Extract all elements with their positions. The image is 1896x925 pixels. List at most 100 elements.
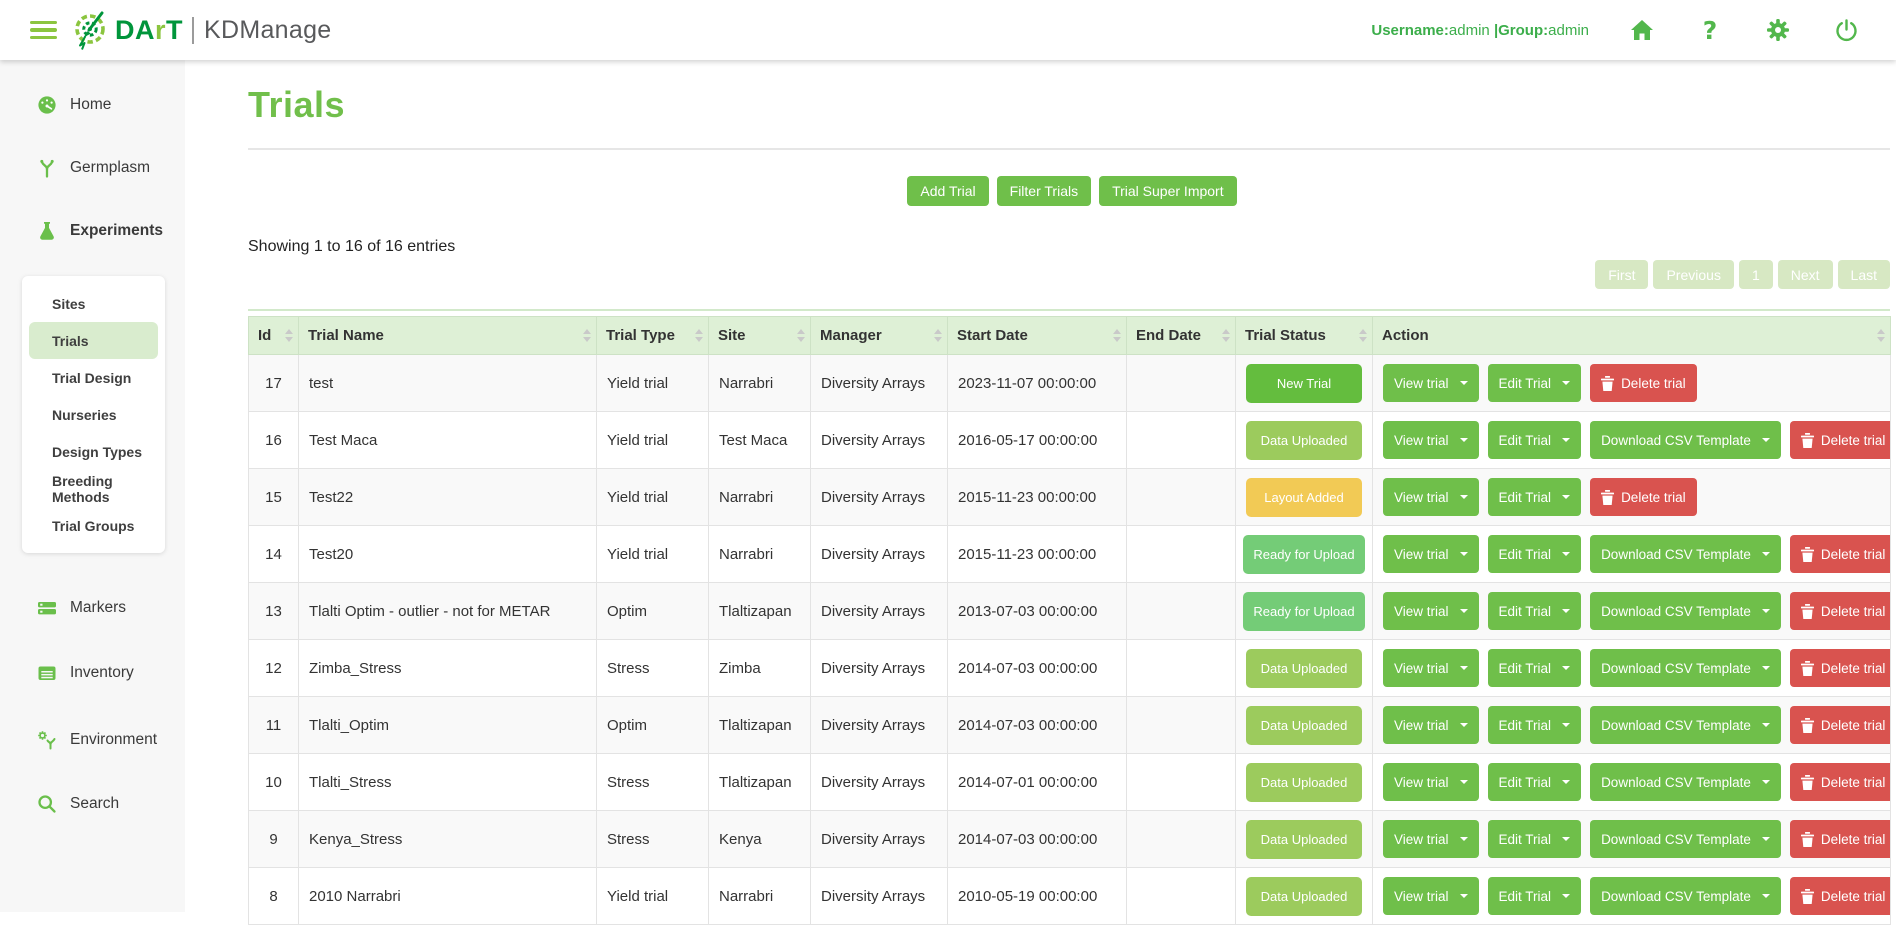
cell-action: View trialEdit TrialDownload CSV Templat… [1373,868,1891,925]
status-badge: Data Uploaded [1246,877,1362,916]
chevron-down-icon [1460,780,1468,784]
submenu-item-sites[interactable]: Sites [22,285,165,322]
column-header-action[interactable]: Action [1373,317,1891,355]
download-trial-button[interactable]: Download CSV Template [1590,877,1781,915]
delete-trial-button[interactable]: Delete trial [1790,820,1891,858]
column-header-trial-type[interactable]: Trial Type [597,317,709,355]
trials-table-body: 17testYield trialNarrabriDiversity Array… [249,355,1891,925]
table-row: 12Zimba_StressStressZimbaDiversity Array… [249,640,1891,697]
cell-manager: Diversity Arrays [811,412,948,469]
cell-end-date [1127,754,1236,811]
table-row: 13Tlalti Optim - outlier - not for METAR… [249,583,1891,640]
download-trial-button[interactable]: Download CSV Template [1590,820,1781,858]
cell-action: View trialEdit TrialDelete trial [1373,469,1891,526]
column-header-start-date[interactable]: Start Date [948,317,1127,355]
brand-link[interactable]: DArT KDManage [71,5,332,56]
delete-trial-button[interactable]: Delete trial [1590,364,1697,402]
edit-trial-button[interactable]: Edit Trial [1488,592,1582,630]
column-header-trial-name[interactable]: Trial Name [299,317,597,355]
trial-super-import-button[interactable]: Trial Super Import [1099,176,1237,206]
download-trial-button[interactable]: Download CSV Template [1590,535,1781,573]
view-trial-button[interactable]: View trial [1383,706,1479,744]
submenu-item-nurseries[interactable]: Nurseries [22,396,165,433]
cell-trial-type: Yield trial [597,355,709,412]
cell-end-date [1127,469,1236,526]
view-trial-button[interactable]: View trial [1383,592,1479,630]
sidebar-item-search[interactable]: Search [0,789,185,819]
settings-icon[interactable] [1766,18,1790,42]
view-trial-button[interactable]: View trial [1383,877,1479,915]
cell-start-date: 2015-11-23 00:00:00 [948,469,1127,526]
sidebar-item-markers[interactable]: Markers [0,593,185,623]
pagination-last-button[interactable]: Last [1838,260,1890,289]
add-trial-button[interactable]: Add Trial [907,176,988,206]
edit-trial-button[interactable]: Edit Trial [1488,877,1582,915]
edit-trial-button[interactable]: Edit Trial [1488,820,1582,858]
cell-id: 12 [249,640,299,697]
sidebar-item-experiments[interactable]: Experiments [0,216,185,246]
cell-site: Narrabri [709,868,811,925]
edit-trial-button[interactable]: Edit Trial [1488,763,1582,801]
download-trial-button[interactable]: Download CSV Template [1590,592,1781,630]
filter-trials-button[interactable]: Filter Trials [997,176,1091,206]
edit-trial-button[interactable]: Edit Trial [1488,649,1582,687]
delete-trial-button[interactable]: Delete trial [1790,649,1891,687]
chevron-down-icon [1562,495,1570,499]
column-header-trial-status[interactable]: Trial Status [1236,317,1373,355]
cell-site: Zimba [709,640,811,697]
view-trial-button[interactable]: View trial [1383,649,1479,687]
submenu-item-trials[interactable]: Trials [29,322,158,359]
view-trial-button[interactable]: View trial [1383,478,1479,516]
edit-trial-button[interactable]: Edit Trial [1488,535,1582,573]
submenu-item-trial-design[interactable]: Trial Design [22,359,165,396]
sidebar-item-home[interactable]: Home [0,90,185,120]
view-trial-button[interactable]: View trial [1383,421,1479,459]
download-trial-button[interactable]: Download CSV Template [1590,421,1781,459]
help-icon[interactable]: ? [1698,18,1722,42]
view-trial-button[interactable]: View trial [1383,535,1479,573]
delete-trial-button[interactable]: Delete trial [1790,706,1891,744]
chevron-down-icon [1562,381,1570,385]
column-header-id[interactable]: Id [249,317,299,355]
delete-trial-button[interactable]: Delete trial [1590,478,1697,516]
cell-action: View trialEdit TrialDownload CSV Templat… [1373,697,1891,754]
delete-trial-button[interactable]: Delete trial [1790,877,1891,915]
cell-trial-type: Stress [597,754,709,811]
submenu-item-trial-groups[interactable]: Trial Groups [22,507,165,544]
edit-trial-button[interactable]: Edit Trial [1488,478,1582,516]
sidebar-item-germplasm[interactable]: Germplasm [0,153,185,183]
cell-trial-name: Test20 [299,526,597,583]
column-header-site[interactable]: Site [709,317,811,355]
download-trial-button[interactable]: Download CSV Template [1590,763,1781,801]
edit-trial-button[interactable]: Edit Trial [1488,364,1582,402]
delete-trial-button[interactable]: Delete trial [1790,421,1891,459]
cell-id: 9 [249,811,299,868]
delete-trial-button[interactable]: Delete trial [1790,535,1891,573]
cell-action: View trialEdit TrialDownload CSV Templat… [1373,640,1891,697]
view-trial-button[interactable]: View trial [1383,763,1479,801]
cell-start-date: 2010-05-19 00:00:00 [948,868,1127,925]
submenu-item-breeding-methods[interactable]: Breeding Methods [22,470,165,507]
pagination-previous-button[interactable]: Previous [1653,260,1733,289]
menu-toggle-icon[interactable] [30,21,57,40]
pagination-first-button[interactable]: First [1595,260,1648,289]
cell-site: Tlaltizapan [709,583,811,640]
edit-trial-button[interactable]: Edit Trial [1488,421,1582,459]
view-trial-button[interactable]: View trial [1383,820,1479,858]
delete-trial-button[interactable]: Delete trial [1790,763,1891,801]
column-header-end-date[interactable]: End Date [1127,317,1236,355]
sidebar-item-inventory[interactable]: Inventory [0,658,185,688]
submenu-item-design-types[interactable]: Design Types [22,433,165,470]
home-icon[interactable] [1630,18,1654,42]
download-trial-button[interactable]: Download CSV Template [1590,706,1781,744]
delete-trial-button[interactable]: Delete trial [1790,592,1891,630]
view-trial-button[interactable]: View trial [1383,364,1479,402]
power-icon[interactable] [1834,18,1858,42]
table-row: 17testYield trialNarrabriDiversity Array… [249,355,1891,412]
pagination-next-button[interactable]: Next [1778,260,1833,289]
edit-trial-button[interactable]: Edit Trial [1488,706,1582,744]
column-header-manager[interactable]: Manager [811,317,948,355]
pagination-page-button[interactable]: 1 [1739,260,1773,289]
download-trial-button[interactable]: Download CSV Template [1590,649,1781,687]
sidebar-item-environment[interactable]: Environment [0,725,185,755]
